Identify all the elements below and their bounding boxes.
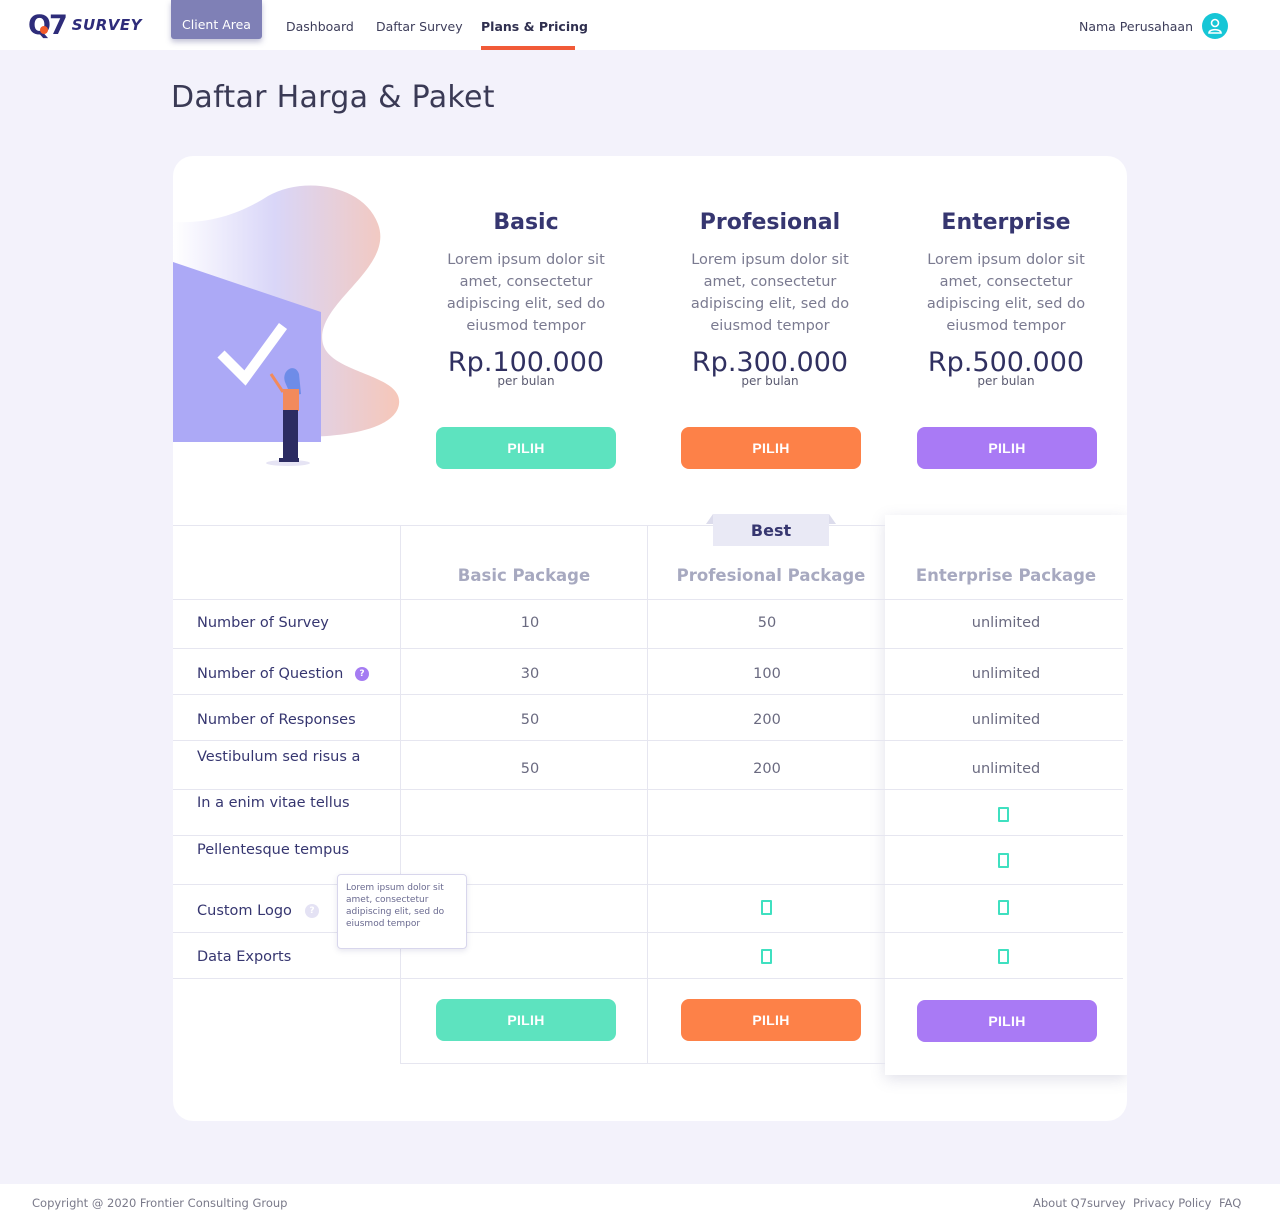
nav-plans-pricing[interactable]: Plans & Pricing — [481, 19, 588, 34]
column-header-enterprise: Enterprise Package — [915, 566, 1097, 585]
check-icon — [998, 949, 1009, 964]
best-tab-left-fold — [706, 514, 713, 524]
row-divider — [173, 694, 1123, 695]
footer: Copyright @ 2020 Frontier Consulting Gro… — [0, 1184, 1280, 1225]
pilih-profesional-button[interactable]: PILIH — [681, 427, 861, 469]
check-icon — [998, 853, 1009, 868]
help-icon[interactable]: ? — [305, 904, 319, 918]
active-nav-indicator — [481, 46, 575, 50]
footer-link-privacy[interactable]: Privacy Policy — [1133, 1196, 1211, 1210]
row-label: Number of Survey — [197, 615, 329, 631]
nav-dashboard[interactable]: Dashboard — [286, 19, 354, 34]
table-bottom-border — [400, 1063, 885, 1064]
row-label: Number of Responses — [197, 712, 356, 728]
copyright-text: Copyright @ 2020 Frontier Consulting Gro… — [32, 1196, 288, 1210]
help-tooltip: Lorem ipsum dolor sit amet, consectetur … — [337, 874, 467, 949]
plan-name: Enterprise — [941, 210, 1071, 235]
footer-link-faq[interactable]: FAQ — [1219, 1196, 1241, 1210]
plan-enterprise: Enterprise Lorem ipsum dolor sit amet, c… — [906, 210, 1106, 388]
row-divider — [173, 884, 1123, 885]
row-label: Pellentesque tempus — [197, 842, 350, 858]
table-cell: unlimited — [971, 761, 1041, 777]
table-cell: unlimited — [971, 666, 1041, 682]
row-divider — [173, 978, 1123, 979]
column-divider — [647, 525, 648, 1063]
table-cell: unlimited — [971, 712, 1041, 728]
row-label: In a enim vitae tellus — [197, 795, 350, 811]
row-label: Number of Question — [197, 666, 344, 682]
row-label: Data Exports — [197, 949, 292, 965]
table-cell: 200 — [753, 712, 781, 728]
checkmark-illustration — [173, 185, 400, 466]
plan-name: Basic — [493, 210, 559, 235]
best-badge: Best — [713, 514, 829, 546]
table-cell: unlimited — [971, 615, 1041, 631]
best-tab-right-fold — [829, 514, 836, 524]
column-header-basic: Basic Package — [457, 566, 591, 585]
table-top-border — [173, 525, 713, 526]
check-icon — [998, 807, 1009, 822]
user-icon[interactable] — [1202, 13, 1228, 39]
table-cell: 10 — [520, 615, 540, 631]
q7-survey-logo[interactable]: Q7 SURVEY — [28, 9, 143, 41]
pricing-card: Basic Lorem ipsum dolor sit amet, consec… — [173, 156, 1127, 1121]
check-icon — [761, 949, 772, 964]
row-divider — [173, 648, 1123, 649]
check-icon — [761, 900, 772, 915]
row-divider — [173, 932, 1123, 933]
column-header-profesional: Profesional Package — [676, 566, 866, 585]
row-label: Vestibulum sed risus a — [197, 749, 361, 765]
row-divider — [173, 740, 1123, 741]
row-label: Custom Logo — [197, 903, 292, 919]
table-cell: 200 — [753, 761, 781, 777]
plan-description: Lorem ipsum dolor sit amet, consectetur … — [926, 252, 1086, 334]
client-area-button[interactable]: Client Area — [171, 0, 262, 39]
plan-description: Lorem ipsum dolor sit amet, consectetur … — [446, 252, 606, 334]
plan-name: Profesional — [699, 210, 841, 235]
page-title: Daftar Harga & Paket — [171, 80, 495, 115]
row-divider — [173, 835, 1123, 836]
pilih-basic-button[interactable]: PILIH — [436, 427, 616, 469]
table-cell: 30 — [520, 666, 540, 682]
table-cell: 50 — [757, 615, 777, 631]
table-cell: 50 — [520, 712, 540, 728]
plan-profesional: Profesional Lorem ipsum dolor sit amet, … — [670, 210, 870, 388]
pilih-basic-bottom-button[interactable]: PILIH — [436, 999, 616, 1041]
row-divider — [173, 789, 1123, 790]
footer-link-about[interactable]: About Q7survey — [1033, 1196, 1126, 1210]
pilih-enterprise-bottom-button[interactable]: PILIH — [917, 1000, 1097, 1042]
pilih-profesional-bottom-button[interactable]: PILIH — [681, 999, 861, 1041]
table-cell: 50 — [520, 761, 540, 777]
check-icon — [998, 900, 1009, 915]
column-divider — [400, 525, 401, 1063]
table-top-border — [829, 525, 885, 526]
help-icon[interactable]: ? — [355, 667, 369, 681]
top-navbar: Q7 SURVEY Client Area Dashboard Daftar S… — [0, 0, 1280, 50]
row-divider — [173, 599, 1123, 600]
nav-daftar-survey[interactable]: Daftar Survey — [376, 19, 463, 34]
plan-basic: Basic Lorem ipsum dolor sit amet, consec… — [426, 210, 626, 388]
logo-mark: Q7 — [28, 9, 68, 41]
logo-text: SURVEY — [71, 16, 143, 34]
company-name[interactable]: Nama Perusahaan — [1079, 19, 1193, 34]
pilih-enterprise-button[interactable]: PILIH — [917, 427, 1097, 469]
plan-description: Lorem ipsum dolor sit amet, consectetur … — [690, 252, 850, 334]
table-cell: 100 — [753, 666, 781, 682]
